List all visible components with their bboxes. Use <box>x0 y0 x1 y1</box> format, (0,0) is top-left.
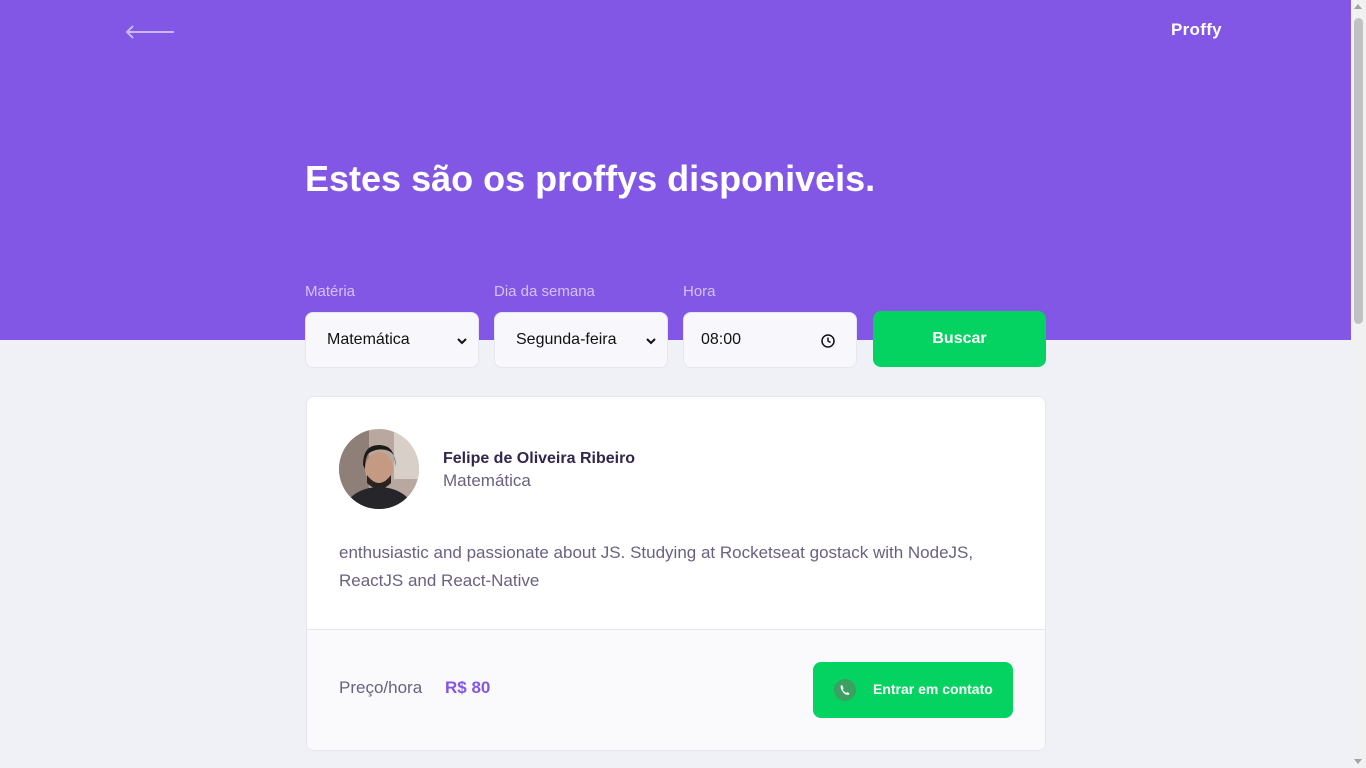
teacher-card: Felipe de Oliveira Ribeiro Matemática en… <box>306 396 1046 751</box>
time-field: Hora 08:00 <box>683 282 857 368</box>
contact-button[interactable]: Entrar em contato <box>813 662 1013 718</box>
teacher-subject: Matemática <box>443 471 531 490</box>
time-input[interactable]: 08:00 <box>683 312 857 368</box>
avatar <box>339 429 419 509</box>
scroll-down-icon[interactable] <box>1354 759 1362 764</box>
teacher-name: Felipe de Oliveira Ribeiro <box>443 450 636 467</box>
teacher-bio: enthusiastic and passionate about JS. St… <box>339 543 974 590</box>
clock-icon[interactable] <box>820 333 836 349</box>
week-day-label: Dia da semana <box>494 283 595 300</box>
scroll-up-icon[interactable] <box>1354 4 1362 9</box>
subject-label: Matéria <box>305 283 356 300</box>
price-label: Preço/hora <box>339 678 423 697</box>
subject-field: Matéria Matemática <box>305 282 479 368</box>
whatsapp-icon <box>834 679 856 701</box>
week-day-select[interactable]: Segunda-feira <box>494 312 668 368</box>
subject-value: Matemática <box>327 331 410 348</box>
week-day-field: Dia da semana Segunda-feira <box>494 282 668 368</box>
contact-button-label: Entrar em contato <box>873 681 993 697</box>
search-button[interactable]: Buscar <box>873 311 1046 367</box>
scrollbar[interactable] <box>1351 0 1366 768</box>
chevron-down-icon <box>646 338 656 345</box>
card-footer: Preço/hora R$ 80 Entrar em contato <box>307 629 1045 750</box>
back-link[interactable] <box>124 22 176 42</box>
time-label: Hora <box>683 283 716 300</box>
page-header: Proffy Estes são os proffys disponiveis. <box>0 0 1351 340</box>
scroll-thumb[interactable] <box>1354 18 1363 324</box>
price-value: R$ 80 <box>445 678 491 697</box>
arrow-left-icon <box>125 25 174 39</box>
teacher-photo <box>339 429 419 509</box>
chevron-down-icon <box>457 338 467 345</box>
subject-select[interactable]: Matemática <box>305 312 479 368</box>
page-title: Estes são os proffys disponiveis. <box>305 158 876 199</box>
logo: Proffy <box>1171 20 1222 39</box>
week-day-value: Segunda-feira <box>516 331 617 348</box>
